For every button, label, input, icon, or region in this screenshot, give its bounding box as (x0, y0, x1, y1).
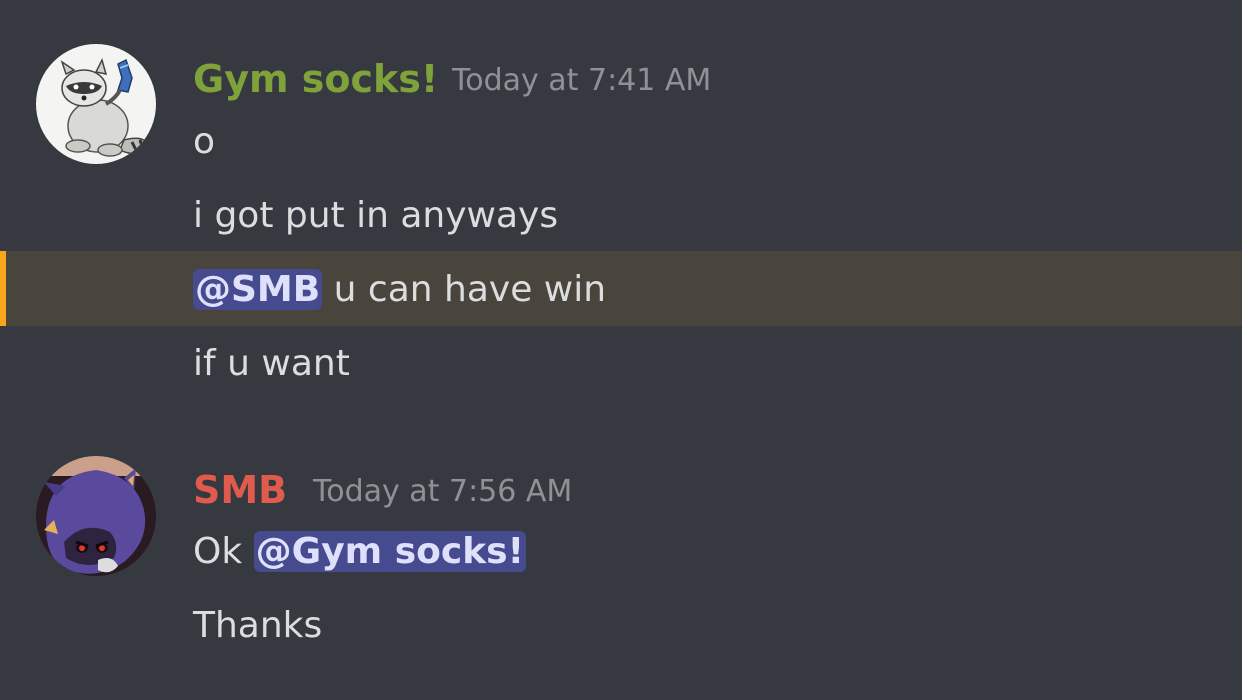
metal-sonic-avatar[interactable] (36, 456, 156, 576)
message-line: i got put in anyways (193, 195, 559, 236)
mention-highlight-bar (0, 251, 6, 326)
mention-highlight-row (0, 251, 1242, 326)
message-text: u can have win (322, 269, 607, 310)
message-timestamp: Today at 7:41 AM (452, 63, 712, 98)
message-text: Ok (193, 531, 254, 572)
raccoon-avatar[interactable] (36, 44, 156, 164)
user-mention-smb[interactable]: @SMB (193, 269, 323, 310)
metal-sonic-avatar-image (36, 456, 156, 576)
message-line: o (193, 121, 216, 162)
message-timestamp: Today at 7:56 AM (313, 474, 573, 509)
message-line-mention: @SMB u can have win (193, 266, 606, 314)
message-author-gym-socks[interactable]: Gym socks! (193, 55, 438, 103)
message-line-mention: Ok @Gym socks! (193, 528, 526, 576)
message-line: Thanks (193, 605, 323, 646)
raccoon-avatar-image (36, 44, 156, 164)
message-author-smb[interactable]: SMB (193, 466, 287, 514)
message-line: if u want (193, 343, 350, 384)
user-mention-gym-socks[interactable]: @Gym socks! (253, 531, 526, 572)
